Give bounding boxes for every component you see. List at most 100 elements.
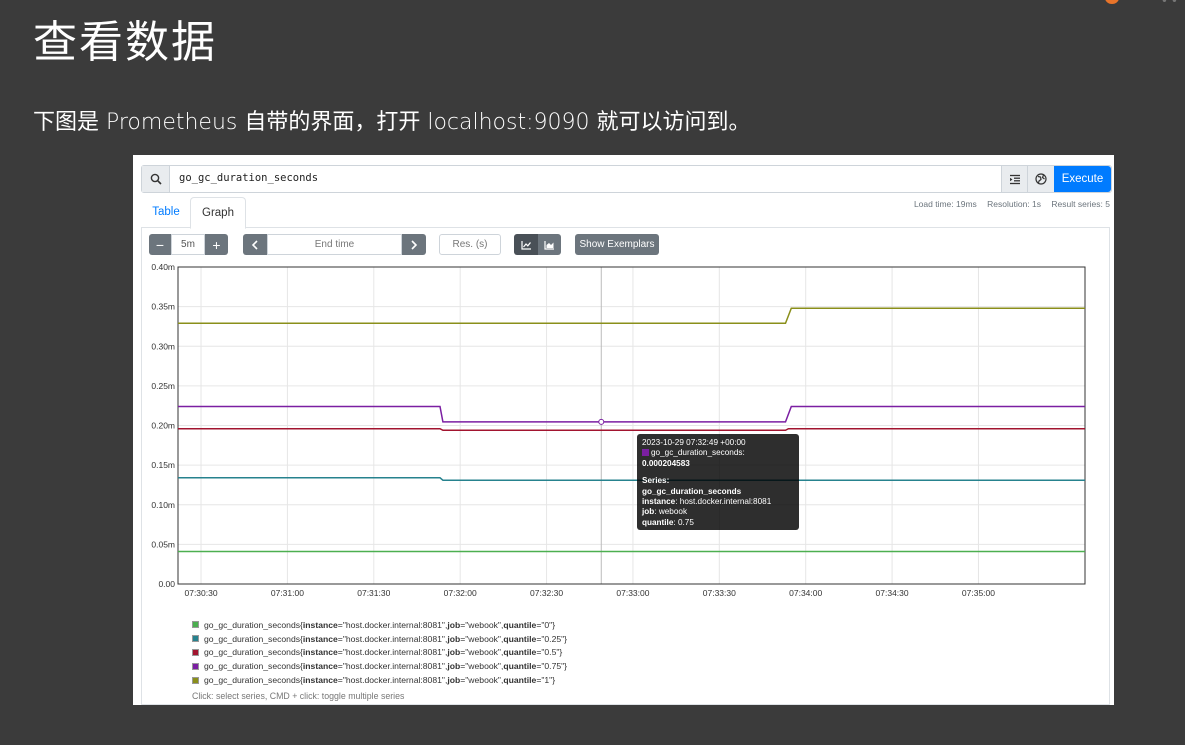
legend-swatch — [192, 648, 199, 656]
legend-key: quantile — [503, 661, 537, 672]
y-tick-label: 0.15m — [151, 460, 175, 470]
tooltip-time: 2023-10-29 07:32:49 +00:00 — [642, 438, 746, 447]
legend-item[interactable]: go_gc_duration_seconds{instance ="host.do… — [192, 632, 567, 646]
tooltip-quantile-value: 0.75 — [677, 517, 694, 527]
tooltip-job-key: job — [642, 507, 655, 517]
legend-key: quantile — [503, 675, 537, 686]
legend-value: ="webook", — [460, 647, 504, 658]
legend-key: instance — [302, 661, 338, 672]
legend-value: ="0.25"} — [536, 633, 568, 644]
prometheus-screenshot: go_gc_duration_seconds Execute Table Gra… — [133, 155, 1114, 705]
y-tick-label: 0.00 — [158, 579, 175, 589]
tooltip-series-label: Series: — [642, 476, 670, 486]
y-tick-label: 0.10m — [151, 500, 175, 510]
legend-key: quantile — [503, 619, 537, 630]
legend-metric: go_gc_duration_seconds{ — [204, 661, 303, 672]
legend-value: ="webook", — [460, 661, 504, 672]
tooltip-swatch — [642, 449, 649, 457]
legend-value: ="host.docker.internal:8081", — [337, 633, 448, 644]
more-dots-icon: •• — [1160, 0, 1181, 8]
y-tick-label: 0.40m — [151, 262, 175, 272]
legend-key: instance — [302, 619, 338, 630]
query-stats: Load time: 19ms Resolution: 1s Result se… — [906, 199, 1110, 209]
tooltip-metric: go_gc_duration_seconds — [651, 448, 743, 458]
legend-item[interactable]: go_gc_duration_seconds{instance ="host.do… — [192, 673, 567, 687]
tooltip-series-name: go_gc_duration_seconds — [642, 486, 742, 496]
legend-value: ="0"} — [536, 619, 556, 630]
load-time: Load time: 19ms — [913, 199, 977, 209]
legend-metric: go_gc_duration_seconds{ — [204, 675, 303, 686]
legend-metric: go_gc_duration_seconds{ — [204, 633, 303, 644]
search-icon[interactable] — [142, 166, 170, 192]
x-tick-label: 07:31:00 — [271, 588, 304, 598]
y-tick-label: 0.35m — [151, 302, 175, 312]
time-series-chart[interactable]: 0.00 0.05m 0.10m 0.15m 0.20m 0.25m 0.30m 0.35m 0… — [133, 255, 1114, 600]
tooltip-instance-key: instance — [642, 497, 676, 507]
legend-value: ="host.docker.internal:8081", — [337, 647, 448, 658]
end-time-input[interactable]: End time — [267, 234, 402, 255]
legend-key: quantile — [503, 633, 537, 644]
stacked-chart-icon[interactable] — [538, 234, 561, 255]
legend-key: instance — [302, 633, 338, 644]
x-tick-label: 07:32:00 — [444, 588, 477, 598]
result-series: Result series: 5 — [1051, 199, 1110, 209]
legend-swatch — [192, 676, 199, 684]
legend-metric: go_gc_duration_seconds{ — [204, 647, 303, 658]
x-tick-label: 07:33:30 — [703, 588, 736, 598]
resolution-input[interactable]: Res. (s) — [439, 234, 501, 255]
x-tick-label: 07:30:30 — [184, 588, 217, 598]
increase-range-button[interactable]: + — [205, 234, 228, 255]
hover-tooltip: 2023-10-29 07:32:49 +00:00 go_gc_duratio… — [637, 434, 799, 530]
y-tick-label: 0.30m — [151, 341, 175, 351]
legend-value: ="host.docker.internal:8081", — [337, 661, 448, 672]
y-tick-label: 0.20m — [151, 421, 175, 431]
y-tick-label: 0.05m — [151, 539, 175, 549]
x-tick-label: 07:32:30 — [530, 588, 563, 598]
legend-swatch — [192, 662, 199, 670]
expression-bar: go_gc_duration_seconds Execute — [141, 165, 1112, 193]
tab-graph[interactable]: Graph — [190, 197, 246, 229]
line-chart-icon[interactable] — [514, 234, 538, 255]
legend-item[interactable]: go_gc_duration_seconds{instance ="host.do… — [192, 646, 567, 660]
resolution: Resolution: 1s — [987, 199, 1042, 209]
legend-value: ="1"} — [536, 675, 556, 686]
x-tick-label: 07:34:00 — [789, 588, 822, 598]
legend-item[interactable]: go_gc_duration_seconds{instance ="host.do… — [192, 618, 567, 632]
legend-key: job — [447, 675, 461, 686]
legend-value: ="webook", — [460, 619, 504, 630]
legend-key: job — [447, 619, 461, 630]
legend-value: ="0.5"} — [536, 647, 563, 658]
tooltip-job-value: webook — [658, 507, 688, 517]
tab-table[interactable]: Table — [145, 197, 187, 227]
series-line-4 — [178, 307, 1085, 325]
legend-value: ="webook", — [460, 675, 504, 686]
chevron-left-icon[interactable] — [243, 234, 267, 255]
tooltip-value: 0.000204583 — [642, 458, 690, 468]
legend-value: ="host.docker.internal:8081", — [337, 619, 448, 630]
decrease-range-button[interactable]: − — [149, 234, 171, 255]
range-input[interactable]: 5m — [171, 234, 205, 255]
legend-key: job — [447, 633, 461, 644]
execute-button[interactable]: Execute — [1054, 166, 1111, 192]
show-exemplars-button[interactable]: Show Exemplars — [575, 234, 659, 255]
legend-item[interactable]: go_gc_duration_seconds{instance ="host.do… — [192, 659, 567, 673]
tooltip-instance-value: host.docker.internal:8081 — [679, 497, 772, 507]
legend-key: quantile — [503, 647, 537, 658]
series-line-1 — [178, 477, 1085, 481]
globe-icon[interactable] — [1027, 166, 1054, 192]
chevron-right-icon[interactable] — [402, 234, 426, 255]
legend-key: instance — [302, 647, 338, 658]
legend-key: instance — [302, 675, 338, 686]
legend-key: job — [447, 647, 461, 658]
series-legend: go_gc_duration_seconds{instance ="host.do… — [192, 618, 567, 687]
hover-point — [598, 418, 605, 425]
expression-input[interactable]: go_gc_duration_seconds — [179, 172, 318, 184]
tooltip-quantile-key: quantile — [642, 517, 674, 527]
legend-value: ="host.docker.internal:8081", — [337, 675, 448, 686]
legend-metric: go_gc_duration_seconds{ — [204, 619, 303, 630]
metrics-explorer-icon[interactable] — [1001, 166, 1028, 192]
legend-swatch — [192, 635, 199, 643]
tooltip-value-row: go_gc_duration_seconds: 0.000204583 — [642, 448, 745, 468]
y-tick-label: 0.25m — [151, 381, 175, 391]
x-tick-label: 07:34:30 — [876, 588, 909, 598]
